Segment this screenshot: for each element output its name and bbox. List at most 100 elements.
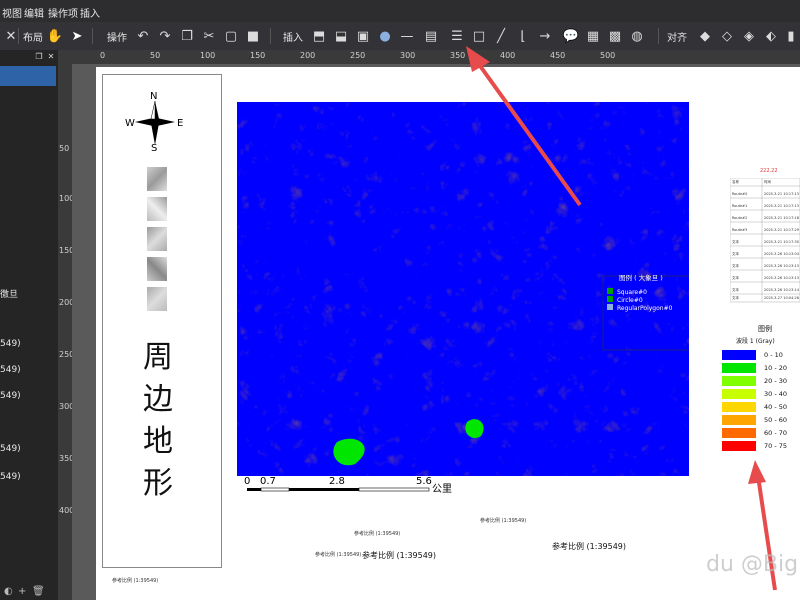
ruler-tick: 50 xyxy=(59,144,70,153)
scale-unit: 公里 xyxy=(432,483,452,495)
align-label: 对齐 xyxy=(667,32,687,44)
undo-icon[interactable]: ↶ xyxy=(134,27,152,45)
send-back-icon[interactable]: ⬖ xyxy=(762,27,780,45)
legend-label: 0 - 10 xyxy=(764,351,783,359)
grid-table-icon[interactable]: ▦ xyxy=(584,27,602,45)
arrow-icon[interactable]: → xyxy=(536,27,554,45)
legend-label: 30 - 40 xyxy=(764,390,788,398)
menu-insert[interactable]: 插入 xyxy=(80,5,100,20)
menu-operations[interactable]: 操作项 xyxy=(48,5,78,20)
legend-title: 图例 xyxy=(758,325,772,333)
layer-scale-label[interactable]: 549) xyxy=(0,391,21,401)
rectangle-icon[interactable]: □ xyxy=(470,27,488,45)
legend-swatch xyxy=(722,428,756,438)
scale-tick: 2.8 xyxy=(329,476,345,487)
compass-icon[interactable]: N S W E xyxy=(125,89,185,151)
ref-scale-small[interactable]: 参考比例 (1:39549) xyxy=(112,577,158,584)
cut-icon[interactable]: ✂ xyxy=(200,27,218,45)
table-cell: 2025-3-21 10:17:13 xyxy=(764,204,799,208)
legend-swatch xyxy=(722,415,756,425)
ruler-tick: 0 xyxy=(100,51,106,60)
ruler-tick: 300 xyxy=(400,51,416,60)
inset-legend-item: RegularPolygon#0 xyxy=(617,305,673,312)
polyline-icon[interactable]: ⌊ xyxy=(514,27,532,45)
legend[interactable]: 图例 波段 1 (Gray) 0 - 10 10 - 20 20 - 30 30 - … xyxy=(720,322,800,457)
table-cell: 2025-3-21 10:17:30 xyxy=(764,240,799,244)
circle-shape-icon[interactable]: ● xyxy=(376,27,394,45)
restore-icon[interactable]: ❐ xyxy=(34,50,44,62)
paste-icon[interactable]: ▢ xyxy=(222,27,240,45)
ref-scale-small[interactable]: 参考比例 (1:39549) xyxy=(480,517,526,524)
inset-legend-title: 图例 ( 大象旦 ) xyxy=(619,273,663,282)
terrain-map: 图例 ( 大象旦 ) Square#0 Circle#0 RegularPoly… xyxy=(237,102,689,476)
table-cell: Route#1 xyxy=(732,204,748,208)
table-insert-icon[interactable]: ▤ xyxy=(422,27,440,45)
insert-label: 插入 xyxy=(283,32,303,44)
add-icon[interactable]: + xyxy=(18,586,26,597)
compass-e: E xyxy=(177,118,183,129)
legend-list-icon[interactable]: ☰ xyxy=(448,27,466,45)
ref-scale-small[interactable]: 参考比例 (1:39549) xyxy=(354,530,400,537)
ref-scale-medium[interactable]: 参考比例 (1:39549) xyxy=(362,550,436,561)
align-edge-icon[interactable]: ▮ xyxy=(782,27,800,45)
callout-icon[interactable]: 💬 xyxy=(562,27,580,45)
menu-view[interactable]: 视图 xyxy=(2,5,22,20)
layer-scale-label[interactable]: 549) xyxy=(0,339,21,349)
hand-icon[interactable]: ✋ xyxy=(46,27,64,45)
legend-label: 20 - 30 xyxy=(764,377,788,385)
layer-scale-label[interactable]: 549) xyxy=(0,472,21,482)
layer-label[interactable]: 徼旦 xyxy=(0,287,18,300)
legend-label: 60 - 70 xyxy=(764,429,788,437)
table-cell: 2025-3-21 10:17:29 xyxy=(764,228,799,232)
separator xyxy=(18,28,19,44)
copy-icon[interactable]: ❐ xyxy=(178,27,196,45)
toolbar: ✕ 布局 ✋ ➤ 操作 ↶ ↷ ❐ ✂ ▢ ■ 插入 ⬒ ⬓ ▣ ● — ▤ ☰… xyxy=(0,22,800,51)
scale-tick: 0 xyxy=(244,476,250,487)
ruler-tick: 50 xyxy=(150,51,161,60)
scale-bar[interactable]: 0 0.7 2.8 5.6 公里 xyxy=(244,474,464,496)
separator xyxy=(270,28,271,44)
watermark: du @Big xyxy=(706,552,799,577)
delete-icon[interactable]: 🗑 xyxy=(32,586,45,597)
redo-icon[interactable]: ↷ xyxy=(156,27,174,45)
globe-icon[interactable]: ◍ xyxy=(628,27,646,45)
vertical-ruler: 50 100 150 200 250 300 350 400 xyxy=(58,64,74,600)
panel-bottom-bar: ◐ + 🗑 xyxy=(0,586,58,600)
delete-icon[interactable]: ■ xyxy=(244,27,262,45)
close-icon[interactable]: ✕ xyxy=(46,50,56,62)
map-frame-icon[interactable]: ⬓ xyxy=(332,27,350,45)
title-frame[interactable]: N S W E 周 边 地 形 xyxy=(102,74,222,568)
picture-icon[interactable]: ▩ xyxy=(606,27,624,45)
inset-legend-item: Square#0 xyxy=(617,289,647,296)
table-cell: 文本 xyxy=(732,240,739,244)
table-cell: 2025-3-27 10:04:26 xyxy=(764,296,799,300)
visibility-icon[interactable]: ◐ xyxy=(4,586,13,597)
legend-swatch xyxy=(722,350,756,360)
image-icon[interactable]: ▣ xyxy=(354,27,372,45)
menu-edit[interactable]: 编辑 xyxy=(24,5,44,20)
line-icon[interactable]: ╱ xyxy=(492,27,510,45)
legend-label: 70 - 75 xyxy=(764,442,788,450)
selected-layer-item[interactable] xyxy=(0,66,56,86)
layer-down-icon[interactable]: ◇ xyxy=(718,27,736,45)
bring-front-icon[interactable]: ◈ xyxy=(740,27,758,45)
table-cell: 2025-3-21 10:17:13 xyxy=(764,192,799,196)
ref-scale-small[interactable]: 参考比例 (1:39549) xyxy=(315,551,361,558)
title-text: 周 边 地 形 xyxy=(143,337,173,505)
scalebar-icon[interactable]: — xyxy=(398,27,416,45)
legend-swatch xyxy=(722,376,756,386)
select-arrow-icon[interactable]: ➤ xyxy=(68,27,86,45)
title-char: 地 xyxy=(143,424,173,459)
table-cell: 2025-3-26 10:13:13 xyxy=(764,264,799,268)
layer-up-icon[interactable]: ◆ xyxy=(696,27,714,45)
table-cell: 2025-3-26 10:13:04 xyxy=(764,252,799,256)
map-icon[interactable]: ⬒ xyxy=(310,27,328,45)
layer-scale-label[interactable]: 549) xyxy=(0,365,21,375)
ruler-tick: 500 xyxy=(600,51,616,60)
layout-label: 布局 xyxy=(23,32,43,44)
ref-scale-large[interactable]: 参考比例 (1:39549) xyxy=(552,541,626,552)
attribute-table[interactable]: 222.22 名称 时间 Route#0 2025-3-21 10:17:13 … xyxy=(730,168,800,303)
legend-swatch xyxy=(722,389,756,399)
terrain-map-frame[interactable]: 图例 ( 大象旦 ) Square#0 Circle#0 RegularPoly… xyxy=(237,102,689,476)
layer-scale-label[interactable]: 549) xyxy=(0,444,21,454)
